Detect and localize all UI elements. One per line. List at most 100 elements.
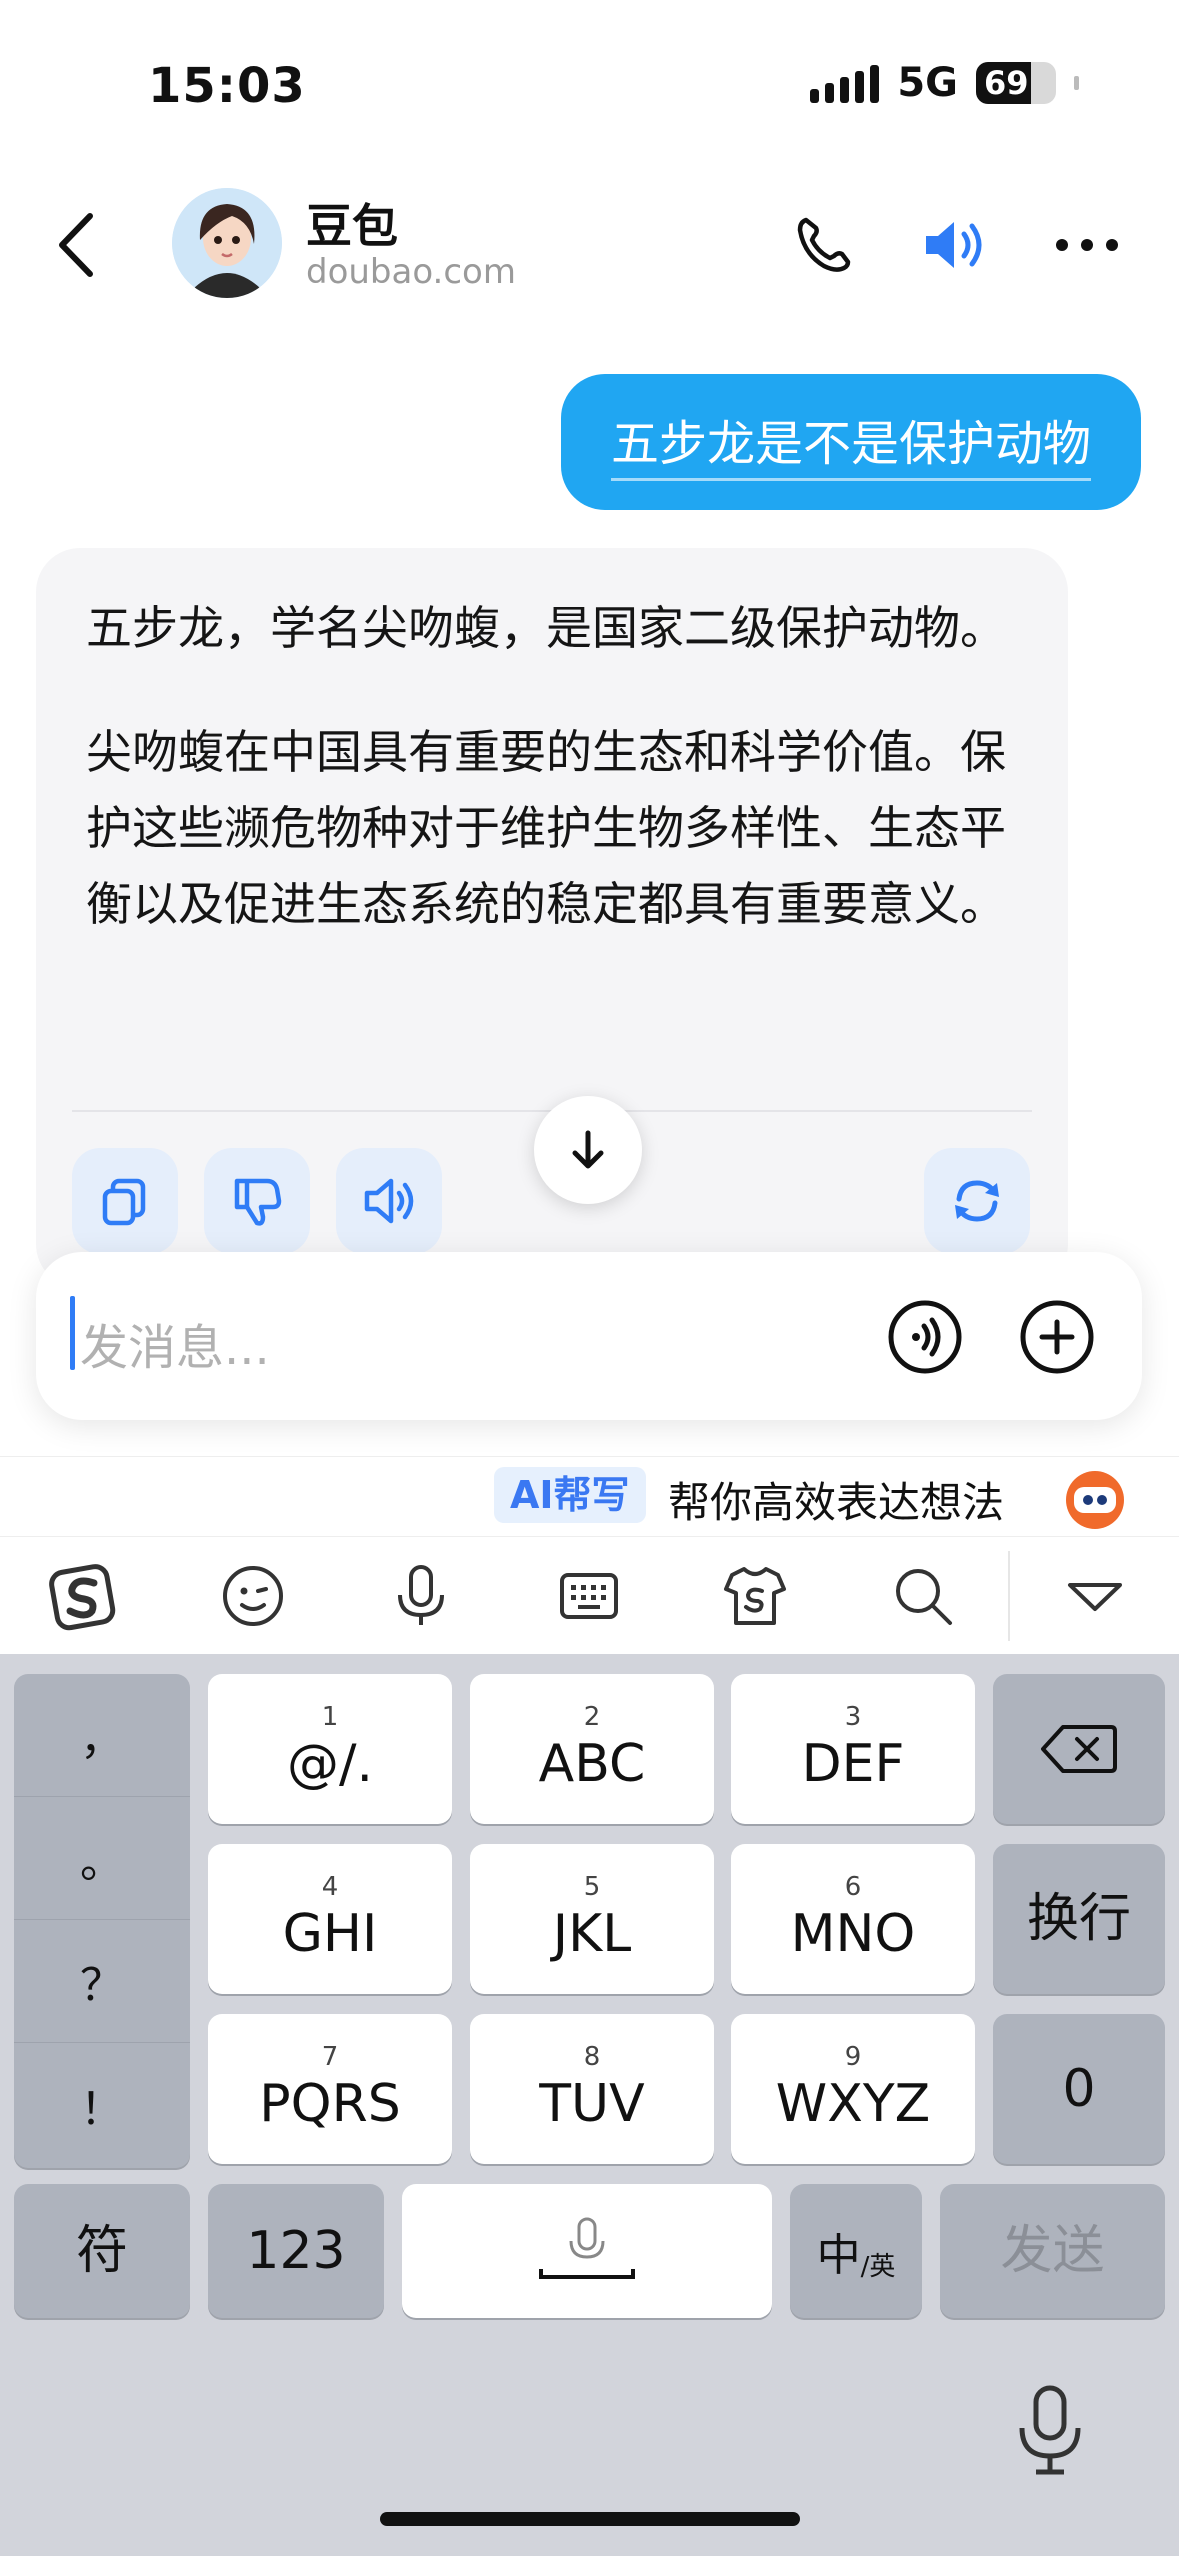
bot-name: 豆包 (306, 199, 398, 253)
key-5[interactable]: 5 JKL (470, 1844, 714, 1994)
key-3[interactable]: 3 DEF (731, 1674, 975, 1824)
text-caret (70, 1296, 75, 1370)
backspace-icon (1041, 1725, 1117, 1773)
backspace-key[interactable] (993, 1674, 1165, 1824)
signal-icon (810, 63, 880, 103)
plus-icon[interactable] (1018, 1298, 1096, 1376)
key-2[interactable]: 2 ABC (470, 1674, 714, 1824)
dislike-button[interactable] (204, 1148, 310, 1254)
key-exclaim[interactable]: ！ (14, 2043, 190, 2166)
copy-button[interactable] (72, 1148, 178, 1254)
collapse-keyboard-icon[interactable] (1060, 1561, 1130, 1631)
key-label: JKL (552, 1904, 632, 1964)
key-number: 3 (844, 1702, 862, 1732)
lang-sub: /英 (860, 2252, 896, 2282)
speaker-icon[interactable] (918, 210, 988, 280)
key-label: MNO (790, 1904, 916, 1964)
user-message-text: 五步龙是不是保护动物 (610, 404, 1091, 481)
read-aloud-button[interactable] (336, 1148, 442, 1254)
key-number: 4 (321, 1872, 339, 1902)
avatar[interactable] (172, 188, 282, 298)
language-switch-label: 中 /英 (817, 2219, 896, 2283)
voice-mode-icon[interactable] (886, 1298, 964, 1376)
key-number: 8 (583, 2042, 601, 2072)
chat-header: 豆包 doubao.com (0, 180, 1179, 310)
user-message-bubble[interactable]: 五步龙是不是保护动物 (560, 374, 1141, 510)
keyboard: ， 。 ？ ！ 1 @/. 2 ABC 3 DEF 4 GHI 5 JKL 6 … (0, 1654, 1179, 2556)
emoji-icon[interactable] (218, 1561, 288, 1631)
copy-icon (102, 1178, 146, 1226)
key-number: 9 (844, 2042, 862, 2072)
message-input-box[interactable]: 发消息... (36, 1252, 1142, 1420)
key-label: 123 (246, 2221, 346, 2281)
key-question[interactable]: ？ (14, 1920, 190, 2043)
newline-key[interactable]: 换行 (993, 1844, 1165, 1994)
network-label: 5G (897, 60, 958, 106)
speaker-icon (364, 1178, 414, 1224)
bot-paragraph: 尖吻蝮在中国具有重要的生态和科学价值。保护这些濒危物种对于维护生物多样性、生态平… (86, 725, 1006, 931)
key-label: 符 (75, 2221, 128, 2281)
refresh-icon (955, 1180, 999, 1222)
space-key[interactable] (402, 2184, 772, 2318)
microphone-icon[interactable] (386, 1561, 456, 1631)
status-indicators: 5G 69 (810, 60, 1079, 106)
key-label: WXYZ (775, 2074, 931, 2134)
keyboard-toolbar (0, 1536, 1179, 1654)
search-icon[interactable] (888, 1561, 958, 1631)
ai-write-tag[interactable]: AI帮写 (494, 1467, 646, 1523)
symbols-key[interactable]: 符 (14, 2184, 190, 2318)
battery-tip (1074, 76, 1079, 90)
ai-assist-bar[interactable]: AI帮写 帮你高效表达想法 (0, 1456, 1179, 1536)
key-6[interactable]: 6 MNO (731, 1844, 975, 1994)
keyboard-icon[interactable] (554, 1561, 624, 1631)
dictation-mic-icon[interactable] (1010, 2382, 1090, 2482)
mascot-icon[interactable] (1066, 1471, 1124, 1529)
punctuation-column[interactable]: ， 。 ？ ！ (14, 1674, 190, 2168)
status-time: 15:03 (148, 58, 306, 114)
send-key[interactable]: 发送 (940, 2184, 1165, 2318)
scroll-to-bottom-button[interactable] (534, 1096, 642, 1204)
key-number: 7 (321, 2042, 339, 2072)
bot-paragraph: 五步龙，学名尖吻蝮，是国家二级保护动物。 (86, 601, 1006, 655)
key-period[interactable]: 。 (14, 1797, 190, 1920)
key-7[interactable]: 7 PQRS (208, 2014, 452, 2164)
toolbar-divider (1008, 1551, 1010, 1641)
phone-icon[interactable] (790, 210, 860, 280)
key-number: 2 (583, 1702, 601, 1732)
home-indicator[interactable] (380, 2512, 800, 2526)
key-4[interactable]: 4 GHI (208, 1844, 452, 1994)
arrow-down-icon (572, 1130, 604, 1169)
key-label: 发送 (1000, 2221, 1105, 2281)
key-comma[interactable]: ， (14, 1674, 190, 1797)
key-label: PQRS (259, 2074, 401, 2134)
key-number: 1 (321, 1702, 339, 1732)
more-icon[interactable] (1052, 210, 1122, 280)
thumbs-down-icon (234, 1178, 282, 1226)
bot-subtitle: doubao.com (306, 252, 516, 292)
message-input[interactable]: 发消息... (80, 1308, 270, 1378)
key-number: 6 (844, 1872, 862, 1902)
regenerate-button[interactable] (924, 1148, 1030, 1254)
key-1[interactable]: 1 @/. (208, 1674, 452, 1824)
back-icon[interactable] (48, 210, 108, 280)
language-switch-key[interactable]: 中 /英 (790, 2184, 922, 2318)
key-label: GHI (282, 1904, 378, 1964)
battery-icon: 69 (976, 62, 1056, 104)
key-0[interactable]: 0 (993, 2014, 1165, 2164)
numbers-key[interactable]: 123 (208, 2184, 384, 2318)
key-label: TUV (539, 2074, 645, 2134)
key-label: 换行 (1026, 1889, 1131, 1949)
space-mic-icon (539, 2217, 635, 2279)
skin-shirt-icon[interactable] (720, 1561, 790, 1631)
key-8[interactable]: 8 TUV (470, 2014, 714, 2164)
key-label: @/. (286, 1734, 374, 1794)
ai-assist-text[interactable]: 帮你高效表达想法 (668, 1469, 1004, 1530)
key-label: 0 (1062, 2059, 1096, 2119)
sogou-logo-icon[interactable] (48, 1561, 118, 1631)
key-label: DEF (801, 1734, 905, 1794)
key-label: ABC (538, 1734, 646, 1794)
battery-level: 69 (984, 64, 1029, 102)
lang-main: 中 (816, 2230, 861, 2281)
key-9[interactable]: 9 WXYZ (731, 2014, 975, 2164)
key-number: 5 (583, 1872, 601, 1902)
